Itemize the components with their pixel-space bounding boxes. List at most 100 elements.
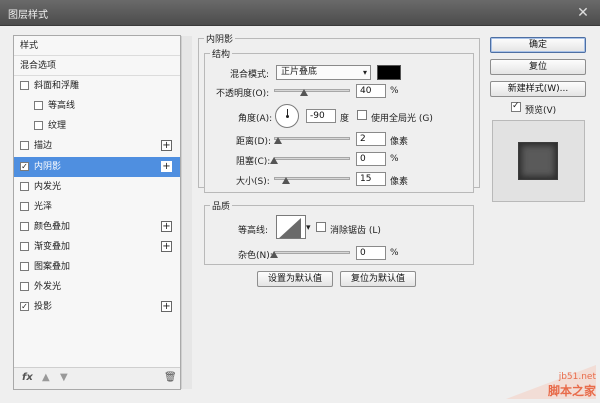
sidebar-item-label: 颜色叠加 — [34, 222, 71, 232]
shadow-color-swatch[interactable] — [377, 65, 401, 80]
sidebar-item[interactable]: 光泽 — [14, 197, 180, 217]
sidebar-item-checkbox[interactable] — [20, 141, 29, 150]
preview-checkbox[interactable]: ✓ — [511, 101, 521, 112]
sidebar-item[interactable]: 外发光 — [14, 277, 180, 297]
opacity-input[interactable]: 40 — [356, 84, 386, 98]
contour-picker[interactable] — [276, 215, 306, 239]
opacity-slider-thumb[interactable] — [300, 89, 309, 96]
sidebar-item[interactable]: ✓ 投影 + — [14, 297, 180, 317]
antialias-checkbox[interactable] — [316, 222, 326, 232]
preview-thumbnail — [518, 142, 558, 180]
choke-unit: % — [390, 154, 399, 164]
angle-input[interactable]: -90 — [306, 109, 336, 123]
noise-unit: % — [390, 248, 399, 258]
reset-default-button[interactable]: 复位为默认值 — [340, 271, 416, 287]
sidebar-item[interactable]: ✓ 内阴影 + — [14, 157, 180, 177]
checkmark-icon: ✓ — [512, 101, 520, 111]
noise-slider-track[interactable] — [274, 251, 350, 254]
sidebar-item-label: 混合选项 — [20, 61, 57, 71]
add-effect-icon[interactable]: + — [161, 140, 172, 151]
sidebar-item[interactable]: 颜色叠加 + — [14, 217, 180, 237]
distance-unit: 像素 — [390, 137, 409, 147]
sidebar-item-label: 纹理 — [48, 121, 67, 131]
blend-mode-label: 混合模式: — [230, 70, 270, 80]
size-unit: 像素 — [390, 177, 409, 187]
sidebar-item-checkbox[interactable] — [20, 242, 29, 251]
sidebar-item-checkbox[interactable]: ✓ — [20, 162, 29, 171]
global-light-label: 使用全局光 (G) — [371, 114, 433, 124]
sidebar-item[interactable]: 混合选项 — [14, 56, 180, 76]
noise-input[interactable]: 0 — [356, 246, 386, 260]
sidebar-item[interactable]: 样式 — [14, 36, 180, 56]
angle-label: 角度(A): — [238, 114, 273, 124]
sidebar-item-checkbox[interactable] — [20, 262, 29, 271]
sidebar-item-label: 内阴影 — [34, 162, 62, 172]
move-up-icon[interactable]: ▲ — [42, 372, 50, 383]
angle-dial[interactable] — [275, 104, 299, 128]
sidebar-item-label: 斜面和浮雕 — [34, 81, 80, 91]
ok-button[interactable]: 确定 — [490, 37, 586, 53]
add-effect-icon[interactable]: + — [161, 161, 172, 172]
sidebar-item-label: 光泽 — [34, 202, 53, 212]
sidebar-item-label: 投影 — [34, 302, 53, 312]
sidebar-item-checkbox[interactable] — [20, 182, 29, 191]
blend-mode-value: 正片叠底 — [281, 67, 318, 77]
sidebar-item[interactable]: 等高线 — [14, 96, 180, 116]
style-preview — [492, 120, 585, 202]
set-default-button[interactable]: 设置为默认值 — [257, 271, 333, 287]
noise-label: 杂色(N): — [238, 251, 273, 261]
sidebar-item-label: 渐变叠加 — [34, 242, 71, 252]
sidebar-item[interactable]: 图案叠加 — [14, 257, 180, 277]
distance-slider-track[interactable] — [274, 137, 350, 140]
blend-mode-select[interactable]: 正片叠底 ▾ — [276, 65, 371, 80]
move-down-icon[interactable]: ▼ — [60, 372, 68, 383]
sidebar-item[interactable]: 纹理 — [14, 116, 180, 136]
reset-button[interactable]: 复位 — [490, 59, 586, 75]
choke-input[interactable]: 0 — [356, 152, 386, 166]
fx-icon[interactable]: fx — [22, 372, 33, 383]
antialias-label: 消除锯齿 (L) — [330, 226, 381, 236]
distance-input[interactable]: 2 — [356, 132, 386, 146]
sidebar-item-label: 外发光 — [34, 282, 62, 292]
window-title: 图层样式 — [8, 10, 48, 21]
add-effect-icon[interactable]: + — [161, 241, 172, 252]
add-effect-icon[interactable]: + — [161, 301, 172, 312]
choke-slider-track[interactable] — [274, 157, 350, 160]
sidebar-item[interactable]: 描边 + — [14, 136, 180, 156]
sidebar-item[interactable]: 内发光 — [14, 177, 180, 197]
sidebar-scrollbar[interactable] — [181, 36, 192, 389]
add-effect-icon[interactable]: + — [161, 221, 172, 232]
sidebar-item[interactable]: 渐变叠加 + — [14, 237, 180, 257]
sidebar-item-label: 描边 — [34, 141, 53, 151]
opacity-slider-track[interactable] — [274, 89, 350, 92]
chevron-down-icon: ▾ — [362, 68, 367, 77]
quality-title: 品质 — [210, 199, 233, 212]
contour-curve-icon — [279, 218, 301, 238]
sidebar-item-label: 内发光 — [34, 182, 62, 192]
noise-slider-thumb[interactable] — [270, 251, 278, 258]
sidebar-item-checkbox[interactable]: ✓ — [20, 302, 29, 311]
sidebar-item-checkbox[interactable] — [20, 222, 29, 231]
size-input[interactable]: 15 — [356, 172, 386, 186]
sidebar-item[interactable]: 斜面和浮雕 — [14, 76, 180, 96]
sidebar-footer: fx ▲ ▼ 🗑 — [14, 367, 180, 389]
choke-slider-thumb[interactable] — [270, 157, 278, 164]
sidebar-item-checkbox[interactable] — [20, 202, 29, 211]
global-light-checkbox[interactable] — [357, 110, 367, 120]
close-icon[interactable]: ✕ — [574, 4, 592, 22]
title-bar: 图层样式 ✕ — [0, 0, 600, 26]
sidebar-item-checkbox[interactable] — [34, 101, 43, 110]
new-style-button[interactable]: 新建样式(W)... — [490, 81, 586, 97]
chevron-down-icon[interactable]: ▾ — [306, 223, 311, 233]
sidebar-item-label: 等高线 — [48, 101, 76, 111]
trash-icon[interactable]: 🗑 — [164, 372, 177, 383]
sidebar-item-checkbox[interactable] — [34, 121, 43, 130]
preview-label: 预览(V) — [525, 106, 557, 116]
size-slider-thumb[interactable] — [282, 177, 290, 184]
sidebar-item-checkbox[interactable] — [20, 282, 29, 291]
style-list-sidebar: 样式混合选项斜面和浮雕等高线纹理描边 + ✓ 内阴影 + 内发光光泽颜色叠加 + 渐变叠加 + 图… — [13, 35, 192, 390]
opacity-label: 不透明度(O): — [216, 89, 270, 99]
distance-slider-thumb[interactable] — [274, 137, 282, 144]
sidebar-item-checkbox[interactable] — [20, 81, 29, 90]
watermark-name: 脚本之家 — [547, 384, 596, 398]
